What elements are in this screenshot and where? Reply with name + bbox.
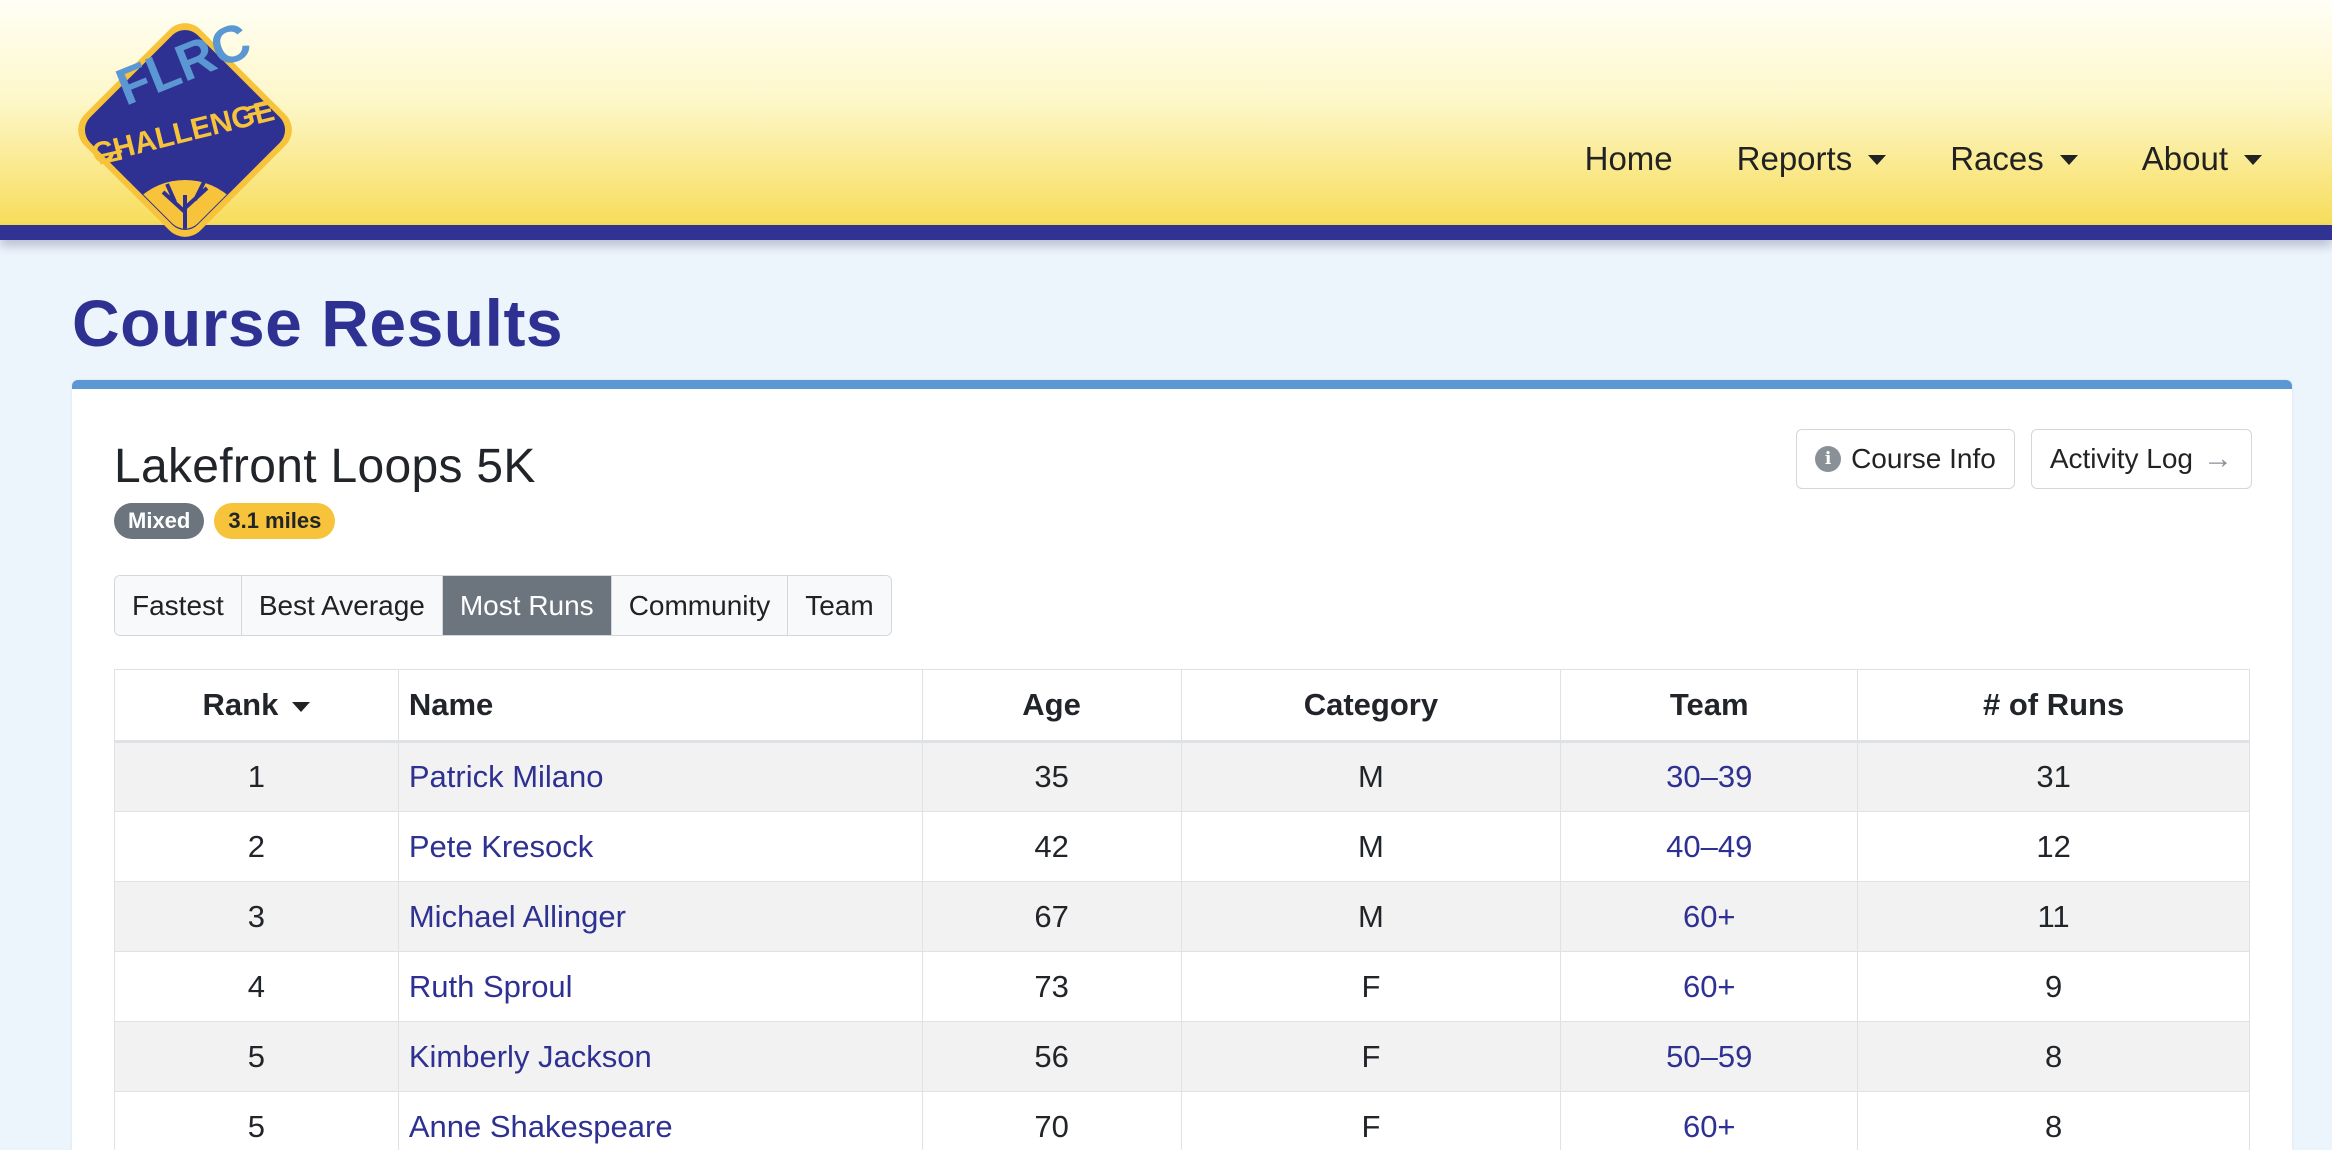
results-card: Lakefront Loops 5K Mixed 3.1 miles i Cou…: [72, 380, 2292, 1150]
age-cell: 35: [921, 741, 1182, 812]
table-row: 4 Ruth Sproul 73 F 60+ 9: [114, 951, 2250, 1022]
flrc-challenge-logo[interactable]: FLRC CHALLENGE: [35, 0, 335, 280]
caret-down-icon: [2244, 155, 2262, 165]
age-cell: 70: [921, 1091, 1182, 1150]
nav-home[interactable]: Home: [1585, 140, 1673, 178]
category-cell: F: [1180, 1091, 1562, 1150]
runs-cell: 11: [1857, 881, 2250, 952]
page-title: Course Results: [72, 286, 564, 360]
category-cell: M: [1180, 811, 1562, 882]
course-badges: Mixed 3.1 miles: [114, 503, 336, 539]
info-icon: i: [1815, 446, 1842, 472]
category-cell: M: [1180, 741, 1562, 812]
arrow-right-icon: →: [2203, 442, 2233, 475]
tab-fastest[interactable]: Fastest: [115, 576, 242, 635]
tab-team[interactable]: Team: [788, 576, 891, 635]
column-header-rank[interactable]: Rank: [114, 669, 399, 743]
table-row: 1 Patrick Milano 35 M 30–39 31: [114, 741, 2250, 812]
table-row: 5 Anne Shakespeare 70 F 60+ 8: [114, 1091, 2250, 1150]
runner-link[interactable]: Anne Shakespeare: [409, 1109, 673, 1144]
name-cell: Patrick Milano: [397, 741, 923, 812]
nav-about-label: About: [2141, 140, 2228, 177]
tab-most-runs[interactable]: Most Runs: [442, 576, 612, 635]
column-header-age[interactable]: Age: [921, 669, 1182, 743]
age-cell: 42: [921, 811, 1182, 882]
results-table: Rank Name Age Category Team # of Runs 1 …: [114, 669, 2250, 1150]
sort-descending-icon: [292, 701, 311, 712]
nav-reports-label: Reports: [1736, 140, 1853, 177]
rank-cell: 1: [114, 741, 399, 812]
runner-link[interactable]: Michael Allinger: [409, 899, 626, 934]
rank-cell: 4: [114, 951, 399, 1022]
team-link[interactable]: 40–49: [1666, 829, 1752, 864]
team-link[interactable]: 60+: [1683, 899, 1736, 934]
column-header-runs[interactable]: # of Runs: [1857, 669, 2250, 743]
course-info-label: Course Info: [1851, 443, 1996, 474]
column-header-category[interactable]: Category: [1180, 669, 1562, 743]
table-row: 2 Pete Kresock 42 M 40–49 12: [114, 811, 2250, 882]
runs-cell: 9: [1857, 951, 2250, 1022]
course-type-badge: Mixed: [114, 503, 205, 539]
runner-link[interactable]: Ruth Sproul: [409, 969, 573, 1004]
runs-cell: 12: [1857, 811, 2250, 882]
team-link[interactable]: 50–59: [1666, 1039, 1752, 1074]
header-bar: [0, 225, 2332, 240]
main-nav: Home Reports Races About: [1585, 140, 2262, 178]
runs-cell: 8: [1857, 1091, 2250, 1150]
course-distance-badge: 3.1 miles: [214, 503, 336, 539]
category-cell: F: [1180, 951, 1562, 1022]
team-cell: 40–49: [1560, 811, 1859, 882]
course-info-button[interactable]: i Course Info: [1796, 429, 2015, 489]
age-cell: 67: [921, 881, 1182, 952]
course-name: Lakefront Loops 5K: [114, 440, 536, 493]
name-cell: Anne Shakespeare: [397, 1091, 923, 1150]
column-header-name[interactable]: Name: [397, 669, 923, 743]
table-row: 5 Kimberly Jackson 56 F 50–59 8: [114, 1021, 2250, 1092]
runs-cell: 31: [1857, 741, 2250, 812]
team-cell: 60+: [1560, 951, 1859, 1022]
team-link[interactable]: 30–39: [1666, 759, 1752, 794]
category-cell: M: [1180, 881, 1562, 952]
name-cell: Ruth Sproul: [397, 951, 923, 1022]
team-cell: 60+: [1560, 881, 1859, 952]
team-cell: 50–59: [1560, 1021, 1859, 1092]
rank-cell: 5: [114, 1021, 399, 1092]
category-cell: F: [1180, 1021, 1562, 1092]
age-cell: 56: [921, 1021, 1182, 1092]
name-cell: Michael Allinger: [397, 881, 923, 952]
team-link[interactable]: 60+: [1683, 1109, 1736, 1144]
site-header: [0, 0, 2332, 225]
nav-reports-dropdown[interactable]: Reports: [1737, 140, 1887, 178]
team-cell: 30–39: [1560, 741, 1859, 812]
rank-cell: 3: [114, 881, 399, 952]
rank-cell: 5: [114, 1091, 399, 1150]
activity-log-label: Activity Log: [2049, 443, 2193, 474]
runner-link[interactable]: Kimberly Jackson: [409, 1039, 652, 1074]
team-cell: 60+: [1560, 1091, 1859, 1150]
team-link[interactable]: 60+: [1683, 969, 1736, 1004]
results-tabs: Fastest Best Average Most Runs Community…: [114, 575, 892, 636]
tab-community[interactable]: Community: [611, 576, 789, 635]
runner-link[interactable]: Patrick Milano: [409, 759, 604, 794]
course-actions: i Course Info Activity Log →: [1796, 429, 2252, 489]
nav-about-dropdown[interactable]: About: [2142, 140, 2262, 178]
name-cell: Pete Kresock: [397, 811, 923, 882]
rank-cell: 2: [114, 811, 399, 882]
nav-races-dropdown[interactable]: Races: [1950, 140, 2078, 178]
runs-cell: 8: [1857, 1021, 2250, 1092]
runner-link[interactable]: Pete Kresock: [409, 829, 593, 864]
column-header-team[interactable]: Team: [1560, 669, 1859, 743]
activity-log-button[interactable]: Activity Log →: [2030, 429, 2252, 489]
nav-home-label: Home: [1584, 140, 1673, 177]
table-header-row: Rank Name Age Category Team # of Runs: [114, 669, 2250, 743]
name-cell: Kimberly Jackson: [397, 1021, 923, 1092]
table-row: 3 Michael Allinger 67 M 60+ 11: [114, 881, 2250, 952]
caret-down-icon: [2059, 155, 2078, 165]
age-cell: 73: [921, 951, 1182, 1022]
caret-down-icon: [1868, 155, 1887, 165]
nav-races-label: Races: [1950, 140, 2044, 177]
tab-best-average[interactable]: Best Average: [241, 576, 443, 635]
